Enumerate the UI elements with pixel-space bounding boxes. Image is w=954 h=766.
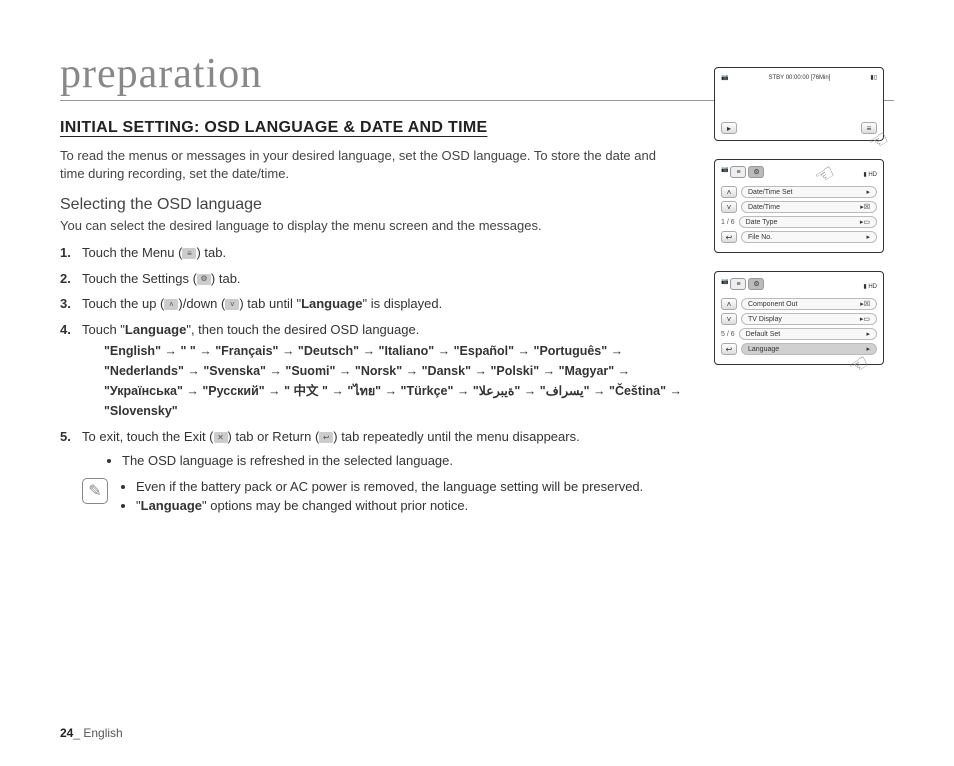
tab-menu: ≡ (730, 166, 746, 178)
pager: 1 / 6 (721, 219, 735, 226)
battery-icon: ▮▯ (870, 74, 877, 81)
menu-icon: ≡ (182, 248, 196, 259)
pager: 5 / 6 (721, 331, 735, 338)
note-box: ✎ Even if the battery pack or AC power i… (60, 478, 700, 516)
menu-item: TV Display▸▭ (741, 313, 877, 325)
menu-item: Date/Time Set▸ (741, 186, 877, 198)
camera-mode-icon: 📷 (721, 278, 728, 290)
footer-lang: English (83, 726, 122, 740)
down-icon: ˅ (225, 299, 239, 310)
tab-menu: ≡ (730, 278, 746, 290)
step-5: To exit, touch the Exit (✕) tab or Retur… (60, 427, 700, 470)
screen-settings-page1: 📷 ≡ ⚙ ▮ HD ˄Date/Time Set▸ ˅Date/Time▸☒ … (714, 159, 884, 253)
screen-settings-page5: 📷 ≡ ⚙ ▮ HD ˄ Component Out▸☒ ˅ TV Display▸… (714, 271, 884, 365)
step-4: Touch "Language", then touch the desired… (60, 320, 700, 422)
camera-icon: 📷 (721, 74, 728, 81)
page-number: 24 (60, 726, 73, 740)
hd-indicator: ▮ HD (863, 171, 877, 178)
down-button: ˅ (721, 201, 737, 213)
return-button: ↩ (721, 343, 737, 355)
return-icon: ↩ (319, 432, 333, 443)
subintro: You can select the desired language to d… (60, 218, 680, 233)
step5-bullet: The OSD language is refreshed in the sel… (122, 451, 700, 471)
screen-standby: 📷 STBY 00:00:00 [76Min] ▮▯ ▸ ≡ ☜ (714, 67, 884, 141)
down-button: ˅ (721, 313, 737, 325)
note-1: Even if the battery pack or AC power is … (136, 478, 643, 497)
subheading: Selecting the OSD language (60, 196, 700, 214)
menu-item: Date/Time▸☒ (741, 201, 877, 213)
menu-item: File No.▸ (741, 231, 877, 243)
step-1: Touch the Menu (≡) tab. (60, 243, 700, 263)
tab-settings: ⚙ (748, 166, 764, 178)
camera-mode-icon: 📷 (721, 166, 728, 178)
step-2: Touch the Settings (⚙) tab. (60, 269, 700, 289)
standby-status: STBY 00:00:00 [76Min] (768, 75, 830, 81)
up-button: ˄ (721, 298, 737, 310)
note-2: "Language" options may be changed withou… (136, 497, 643, 516)
settings-icon: ⚙ (197, 274, 211, 285)
page-footer: 24_ English (60, 726, 123, 740)
step-3: Touch the up (˄)/down (˅) tab until "Lan… (60, 294, 700, 314)
steps-list: Touch the Menu (≡) tab. Touch the Settin… (60, 243, 700, 470)
language-chain: "English" → " " → "Français" → "Deutsch"… (82, 341, 700, 421)
screenshots-column: 📷 STBY 00:00:00 [76Min] ▮▯ ▸ ≡ ☜ 📷 ≡ ⚙ ▮… (714, 67, 884, 365)
exit-icon: ✕ (214, 432, 228, 443)
menu-item: Date Type▸▭ (739, 216, 877, 228)
intro-text: To read the menus or messages in your de… (60, 147, 660, 182)
return-button: ↩ (721, 231, 737, 243)
hd-indicator: ▮ HD (863, 283, 877, 290)
menu-item: Component Out▸☒ (741, 298, 877, 310)
note-icon: ✎ (82, 478, 108, 504)
play-tab: ▸ (721, 122, 737, 134)
menu-item: Default Set▸ (739, 328, 877, 340)
up-button: ˄ (721, 186, 737, 198)
tab-settings: ⚙ (748, 278, 764, 290)
up-icon: ˄ (164, 299, 178, 310)
